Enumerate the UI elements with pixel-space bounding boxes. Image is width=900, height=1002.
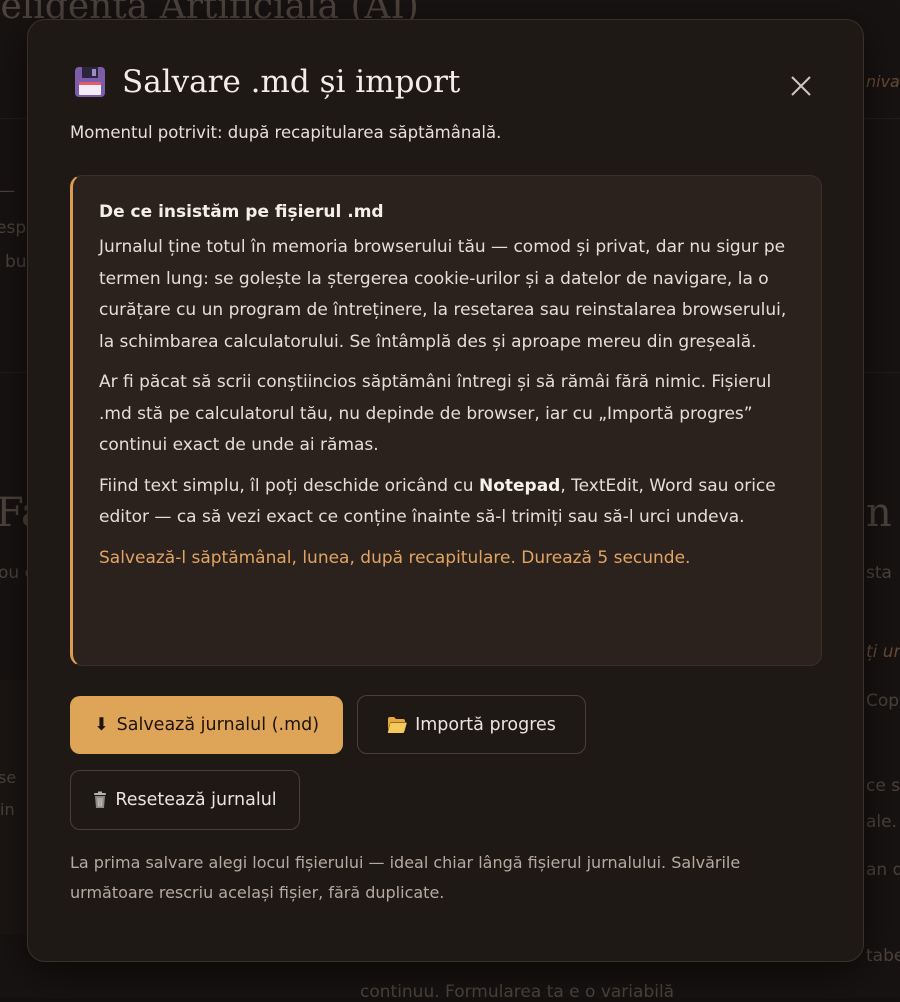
text-run: Fiind text simplu, îl poți deschide oric… [99, 476, 479, 496]
bg-bottom-text: continuu. Formularea ta e o variabilă [360, 982, 674, 1002]
close-icon[interactable] [788, 73, 814, 99]
footer-note: La prima salvare alegi locul fișierului … [70, 848, 810, 908]
bg-fragment: ale. [866, 812, 897, 832]
info-callout: De ce insistăm pe fișierul .md Jurnalul … [70, 175, 822, 666]
callout-paragraph: Ar fi păcat să scrii conștiincios săptăm… [99, 367, 797, 462]
reset-journal-button[interactable]: Resetează jurnalul [70, 770, 300, 830]
bg-fragment: n [866, 490, 892, 536]
bg-fragment: an d [866, 860, 900, 880]
trash-icon [93, 791, 107, 809]
import-progress-button[interactable]: Importă progres [357, 695, 586, 754]
callout-heading: De ce insistăm pe fișierul .md [99, 202, 797, 222]
bg-fragment: esp [0, 218, 26, 238]
bg-fragment: ce s [866, 776, 900, 796]
bg-right-link: niva [866, 72, 900, 91]
folder-icon [387, 716, 407, 734]
bg-fragment: in [0, 800, 15, 819]
modal-title: Salvare .md și import [122, 64, 460, 100]
callout-paragraph: Jurnalul ține totul în memoria browserul… [99, 232, 797, 358]
floppy-disk-icon [74, 66, 106, 98]
notepad-emphasis: Notepad [479, 476, 560, 496]
save-journal-label: Salvează jurnalul (.md) [117, 715, 319, 735]
bg-fragment: ți um [866, 642, 900, 662]
modal-header: Salvare .md și import [74, 64, 460, 100]
bg-fragment: bu [5, 252, 27, 272]
save-import-modal: Salvare .md și import Momentul potrivit:… [27, 19, 864, 962]
bg-fragment: se [0, 768, 16, 787]
bg-fragment: sta [866, 563, 892, 583]
bg-fragment: — [0, 181, 15, 201]
callout-note: Salvează-l săptămânal, lunea, după recap… [99, 543, 797, 575]
callout-paragraph: Fiind text simplu, îl poți deschide oric… [99, 471, 797, 534]
modal-subtitle: Momentul potrivit: după recapitularea să… [70, 123, 501, 142]
bg-fragment: tabe [866, 946, 900, 966]
save-journal-button[interactable]: ⬇ Salvează jurnalul (.md) [70, 696, 343, 754]
import-progress-label: Importă progres [415, 715, 556, 735]
bg-fragment: Copi [866, 691, 900, 711]
download-arrow-icon: ⬇ [94, 715, 109, 735]
reset-journal-label: Resetează jurnalul [115, 790, 276, 810]
